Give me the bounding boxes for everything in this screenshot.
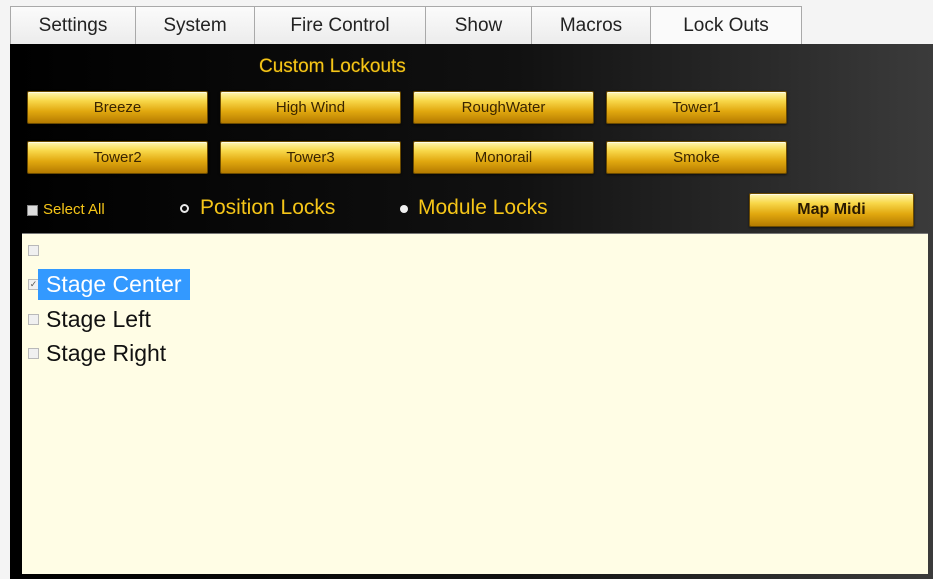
tab-show[interactable]: Show: [425, 6, 532, 44]
list-item[interactable]: Stage Right: [22, 337, 928, 369]
select-all-checkbox[interactable]: [27, 205, 38, 216]
list-item[interactable]: Stage Left: [22, 303, 928, 335]
map-midi-button[interactable]: Map Midi: [749, 193, 914, 227]
lockout-button-roughwater[interactable]: RoughWater: [413, 91, 594, 124]
lockouts-panel: Custom Lockouts Breeze High Wind RoughWa…: [10, 44, 933, 579]
position-locks-label[interactable]: Position Locks: [200, 196, 335, 220]
tab-system[interactable]: System: [135, 6, 255, 44]
custom-lockouts-title: Custom Lockouts: [259, 56, 406, 77]
tab-settings[interactable]: Settings: [10, 6, 136, 44]
lockouts-window: Settings System Fire Control Show Macros…: [0, 0, 933, 579]
list-item-label: Stage Right: [46, 339, 167, 366]
tab-bar: Settings System Fire Control Show Macros…: [10, 6, 802, 46]
lock-list[interactable]: ✓ Stage Center Stage Left Stage Right: [22, 233, 928, 574]
module-locks-label[interactable]: Module Locks: [418, 196, 548, 220]
list-item[interactable]: ✓ Stage Center: [22, 268, 928, 300]
lockout-button-smoke[interactable]: Smoke: [606, 141, 787, 174]
tab-fire-control[interactable]: Fire Control: [254, 6, 426, 44]
lockout-button-breeze[interactable]: Breeze: [27, 91, 208, 124]
position-locks-radio[interactable]: [180, 204, 189, 213]
lockout-button-high-wind[interactable]: High Wind: [220, 91, 401, 124]
list-item[interactable]: [22, 234, 928, 266]
lockout-button-monorail[interactable]: Monorail: [413, 141, 594, 174]
list-item-label: Stage Center: [38, 268, 190, 300]
list-item-label: [38, 248, 54, 252]
lockout-button-tower2[interactable]: Tower2: [27, 141, 208, 174]
tab-macros[interactable]: Macros: [531, 6, 651, 44]
module-locks-radio[interactable]: [400, 205, 408, 213]
select-all-label[interactable]: Select All: [43, 201, 105, 218]
tab-lock-outs[interactable]: Lock Outs: [650, 6, 802, 46]
lockout-button-tower3[interactable]: Tower3: [220, 141, 401, 174]
lockout-button-tower1[interactable]: Tower1: [606, 91, 787, 124]
list-item-label: Stage Left: [46, 305, 151, 332]
